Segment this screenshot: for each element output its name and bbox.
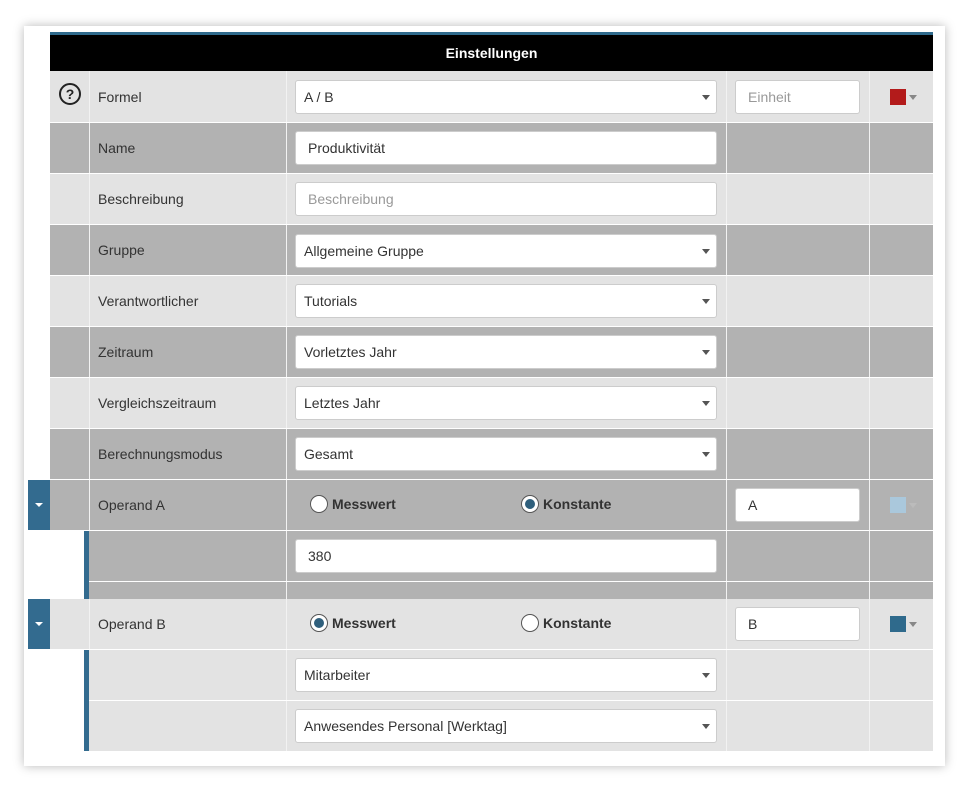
operand-a-alias-input[interactable]: A <box>735 488 860 522</box>
operand-b-label: Operand B <box>98 599 166 649</box>
row-name: Name Produktivität <box>50 123 933 173</box>
unit-input[interactable]: Einheit <box>735 80 860 114</box>
row-operand-b: Operand B Messwert Konstante B <box>50 599 933 649</box>
row-verantwortlicher: Verantwortlicher Tutorials <box>50 276 933 326</box>
chevron-down-icon <box>702 95 710 100</box>
operand-b-measure-select[interactable]: Anwesendes Personal [Werktag] <box>295 709 717 743</box>
verantwortlicher-label: Verantwortlicher <box>98 276 198 326</box>
chevron-down-icon <box>702 673 710 678</box>
row-berechnungsmodus: Berechnungsmodus Gesamt <box>50 429 933 479</box>
berechnungsmodus-value: Gesamt <box>304 446 353 462</box>
panel-title: Einstellungen <box>446 45 538 61</box>
operand-b-measure-radio[interactable]: Messwert <box>310 614 396 632</box>
row-vergleichszeitraum: Vergleichszeitraum Letztes Jahr <box>50 378 933 428</box>
vergleichszeitraum-value: Letztes Jahr <box>304 395 380 411</box>
zeitraum-value: Vorletztes Jahr <box>304 344 397 360</box>
caret-down-icon <box>35 503 43 507</box>
name-label: Name <box>98 123 135 173</box>
radio-checked-icon <box>310 614 328 632</box>
color-dropdown-caret-icon[interactable] <box>909 95 917 100</box>
operand-b-measure-value: Anwesendes Personal [Werktag] <box>304 718 507 734</box>
chevron-down-icon <box>702 724 710 729</box>
row-operand-b-category: Mitarbeiter <box>50 650 933 700</box>
verantwortlicher-select[interactable]: Tutorials <box>295 284 717 318</box>
row-gruppe: Gruppe Allgemeine Gruppe <box>50 225 933 275</box>
operand-a-constant-value: 380 <box>308 548 331 564</box>
radio-unchecked-icon <box>521 614 539 632</box>
help-icon[interactable]: ? <box>59 83 81 105</box>
row-formel: ? Formel A / B Einheit <box>50 71 933 122</box>
operand-a-constant-radio[interactable]: Konstante <box>521 495 611 513</box>
operand-a-alias-value: A <box>748 497 757 513</box>
operand-b-color-picker[interactable] <box>890 616 906 632</box>
row-operand-a-spacer <box>50 582 933 599</box>
radio-checked-icon <box>521 495 539 513</box>
beschreibung-placeholder: Beschreibung <box>308 191 394 207</box>
chevron-down-icon <box>702 299 710 304</box>
operand-b-category-value: Mitarbeiter <box>304 667 370 683</box>
indent-spacer <box>50 650 84 751</box>
operand-a-color-picker[interactable] <box>890 497 906 513</box>
zeitraum-select[interactable]: Vorletztes Jahr <box>295 335 717 369</box>
operand-b-alias-input[interactable]: B <box>735 607 860 641</box>
operand-b-category-select[interactable]: Mitarbeiter <box>295 658 717 692</box>
operand-a-label: Operand A <box>98 480 165 530</box>
operand-b-indent-bar <box>84 650 89 751</box>
chevron-down-icon <box>702 249 710 254</box>
verantwortlicher-value: Tutorials <box>304 293 357 309</box>
operand-b-constant-label: Konstante <box>543 615 611 631</box>
gruppe-label: Gruppe <box>98 225 145 275</box>
operand-b-measure-label: Messwert <box>332 615 396 631</box>
operand-b-collapse-toggle[interactable] <box>28 599 50 649</box>
formel-label: Formel <box>98 71 142 122</box>
chevron-down-icon <box>702 350 710 355</box>
row-operand-a-value: 380 <box>50 531 933 581</box>
row-zeitraum: Zeitraum Vorletztes Jahr <box>50 327 933 377</box>
operand-a-measure-label: Messwert <box>332 496 396 512</box>
chevron-down-icon <box>702 401 710 406</box>
operand-a-measure-radio[interactable]: Messwert <box>310 495 396 513</box>
berechnungsmodus-select[interactable]: Gesamt <box>295 437 717 471</box>
radio-unchecked-icon <box>310 495 328 513</box>
formel-value: A / B <box>304 89 334 105</box>
color-dropdown-caret-icon[interactable] <box>909 503 917 508</box>
operand-a-constant-input[interactable]: 380 <box>295 539 717 573</box>
operand-b-alias-value: B <box>748 616 757 632</box>
panel-header: Einstellungen <box>50 35 933 71</box>
caret-down-icon <box>35 622 43 626</box>
name-input[interactable]: Produktivität <box>295 131 717 165</box>
gruppe-value: Allgemeine Gruppe <box>304 243 424 259</box>
formel-color-picker[interactable] <box>890 89 906 105</box>
vergleichszeitraum-label: Vergleichszeitraum <box>98 378 216 428</box>
vergleichszeitraum-select[interactable]: Letztes Jahr <box>295 386 717 420</box>
chevron-down-icon <box>702 452 710 457</box>
operand-a-indent-bar <box>84 531 89 599</box>
gruppe-select[interactable]: Allgemeine Gruppe <box>295 234 717 268</box>
operand-a-constant-label: Konstante <box>543 496 611 512</box>
row-operand-b-measure: Anwesendes Personal [Werktag] <box>50 701 933 751</box>
beschreibung-label: Beschreibung <box>98 174 184 224</box>
operand-b-constant-radio[interactable]: Konstante <box>521 614 611 632</box>
unit-placeholder: Einheit <box>748 89 791 105</box>
indent-spacer <box>50 531 84 599</box>
beschreibung-input[interactable]: Beschreibung <box>295 182 717 216</box>
zeitraum-label: Zeitraum <box>98 327 153 377</box>
formel-select[interactable]: A / B <box>295 80 717 114</box>
berechnungsmodus-label: Berechnungsmodus <box>98 429 223 479</box>
row-operand-a: Operand A Messwert Konstante A <box>50 480 933 530</box>
operand-a-collapse-toggle[interactable] <box>28 480 50 530</box>
name-value: Produktivität <box>308 140 385 156</box>
color-dropdown-caret-icon[interactable] <box>909 622 917 627</box>
row-beschreibung: Beschreibung Beschreibung <box>50 174 933 224</box>
